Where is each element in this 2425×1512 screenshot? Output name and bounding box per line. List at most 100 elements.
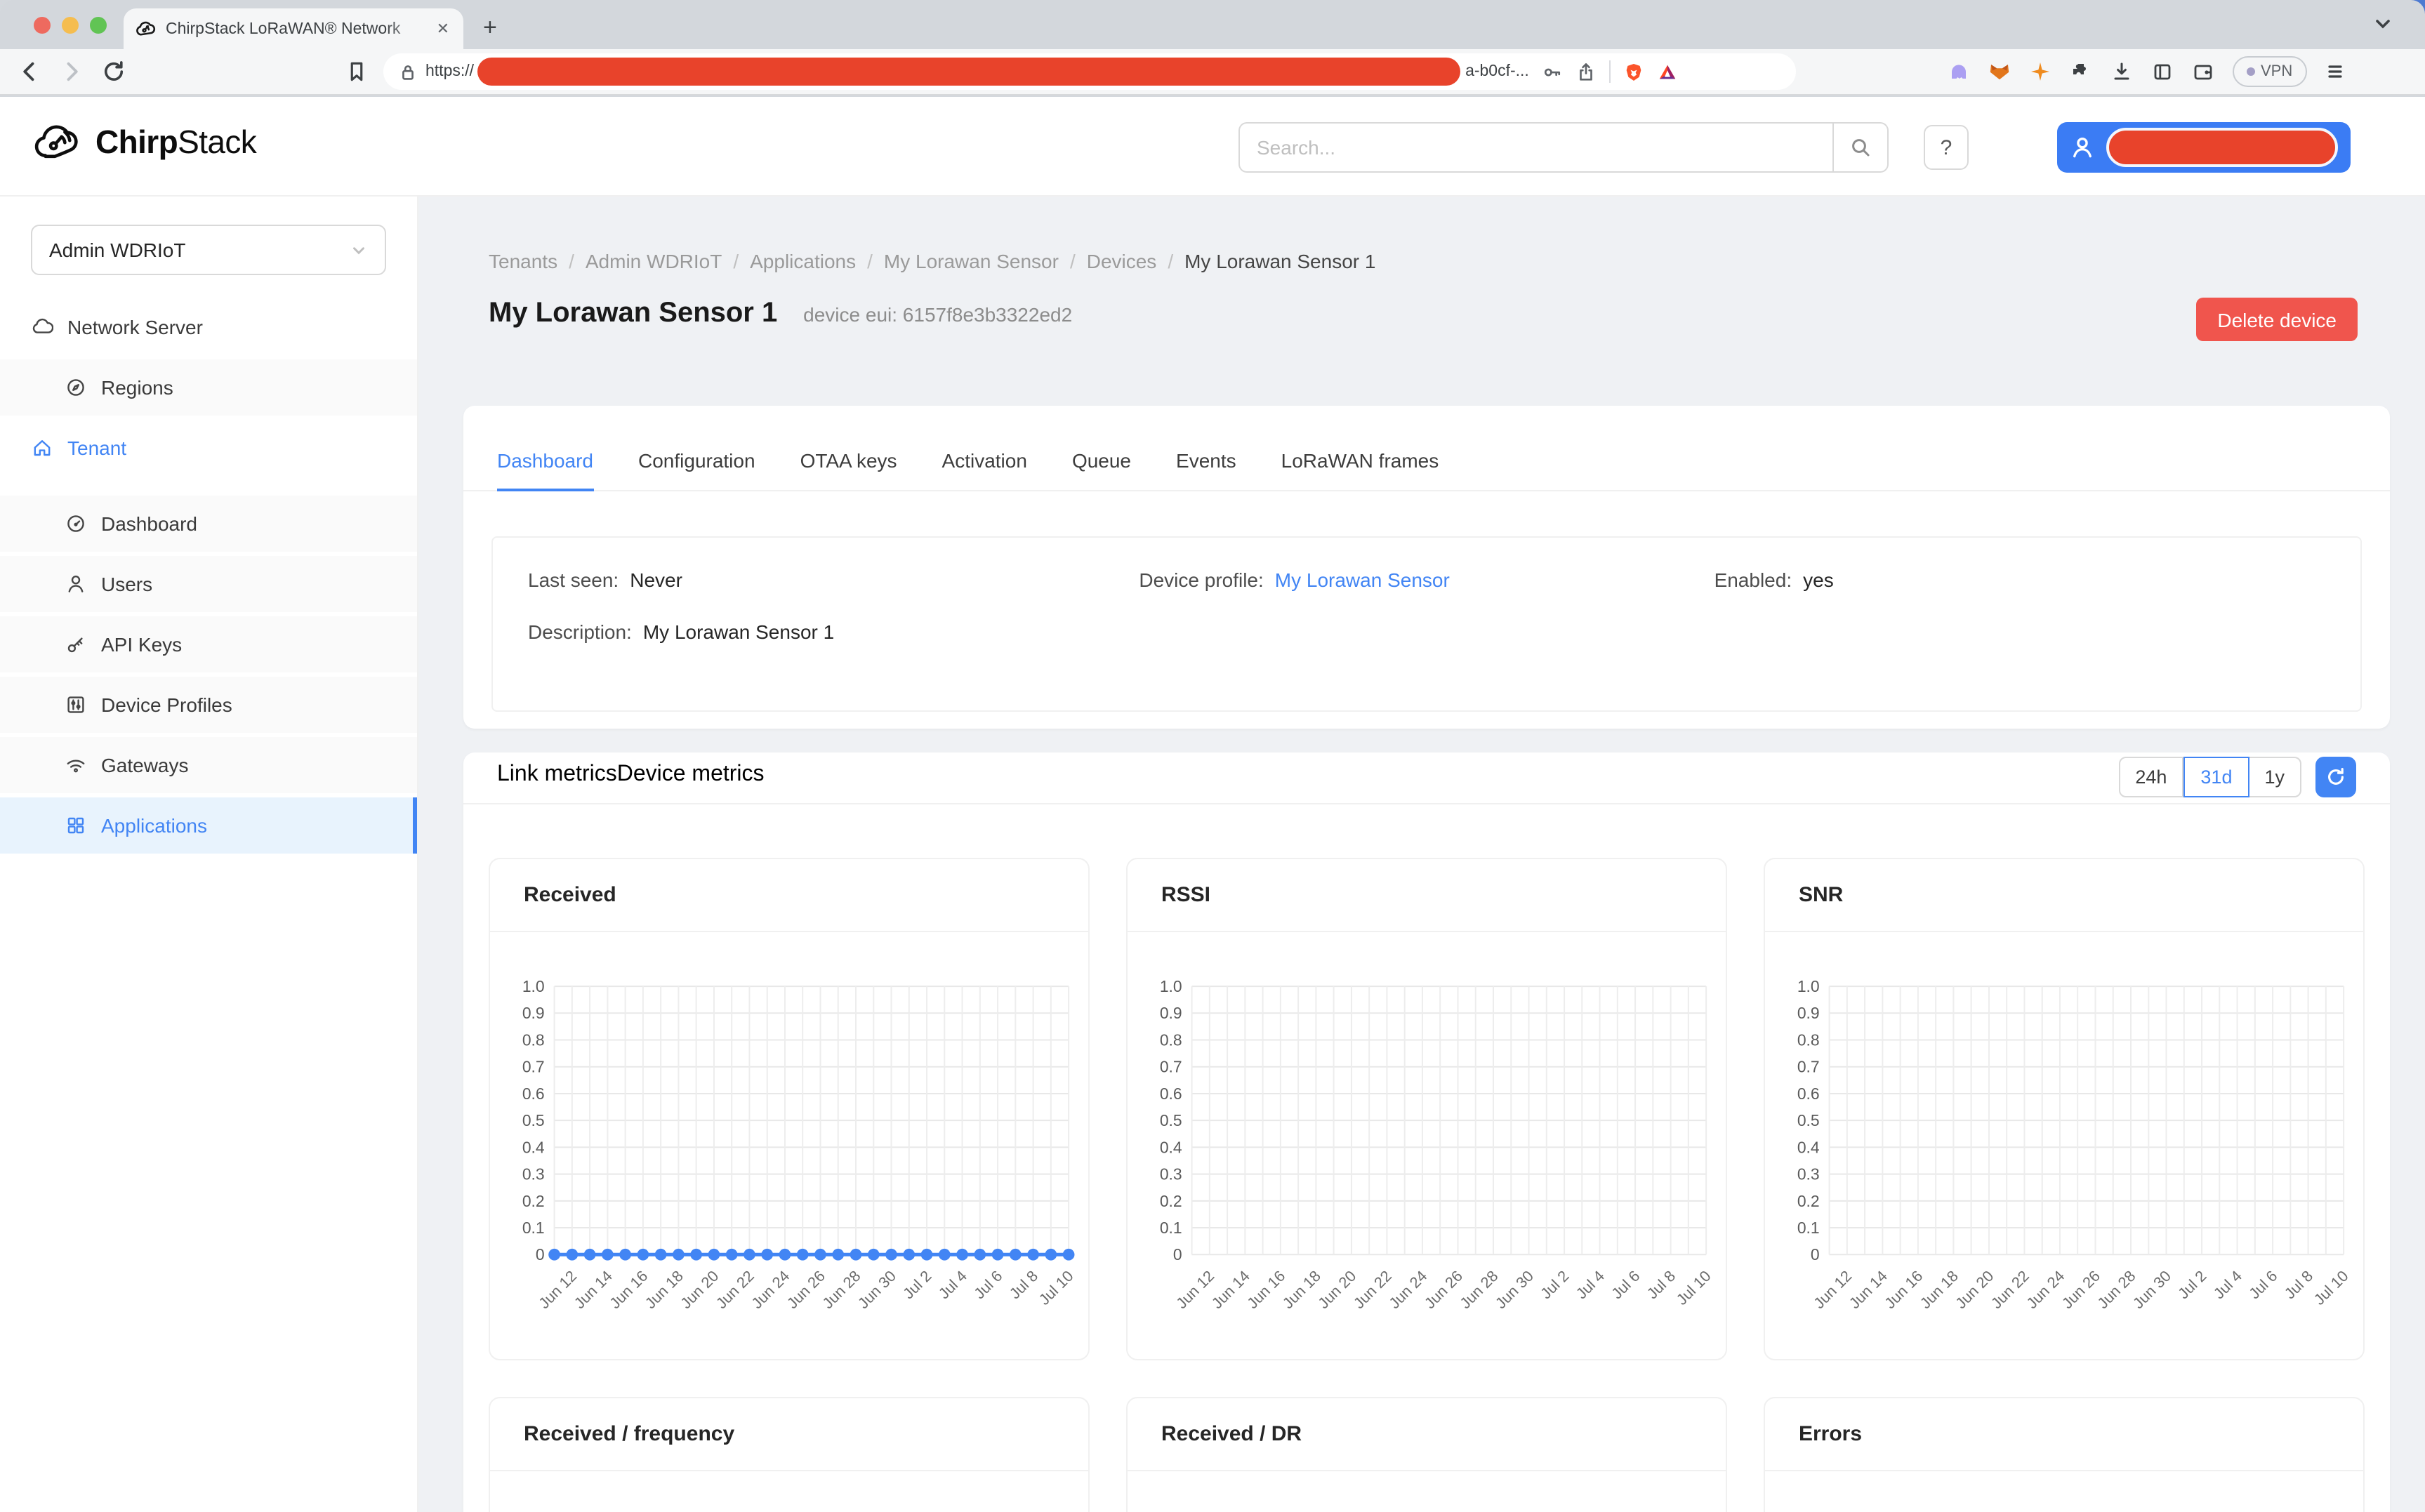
tab-dashboard[interactable]: Dashboard xyxy=(497,449,593,490)
help-button[interactable]: ? xyxy=(1924,125,1969,170)
breadcrumb: Tenants/Admin WDRIoT/Applications/My Lor… xyxy=(489,250,1375,272)
sidebar-item-applications[interactable]: Applications xyxy=(0,797,417,854)
svg-text:0: 0 xyxy=(536,1245,545,1264)
page-title: My Lorawan Sensor 1 xyxy=(489,298,777,330)
tab-events[interactable]: Events xyxy=(1176,449,1236,490)
spark-extension-icon[interactable] xyxy=(2029,60,2051,83)
svg-text:0.8: 0.8 xyxy=(1797,1030,1820,1049)
svg-text:0.8: 0.8 xyxy=(522,1030,545,1049)
window-close-button[interactable] xyxy=(34,16,51,33)
charts-grid: Received 1.00.90.80.70.60.50.40.30.20.10… xyxy=(463,804,2390,1512)
breadcrumb-separator: / xyxy=(1070,250,1076,272)
lock-icon xyxy=(397,61,418,82)
back-icon[interactable] xyxy=(17,59,42,84)
svg-text:Jul 6: Jul 6 xyxy=(1608,1267,1643,1302)
tab-lorawan-frames[interactable]: LoRaWAN frames xyxy=(1281,449,1439,490)
svg-text:Jun 16: Jun 16 xyxy=(1243,1267,1288,1312)
tenant-select[interactable]: Admin WDRIoT xyxy=(31,225,386,275)
svg-text:0.7: 0.7 xyxy=(522,1058,545,1076)
data-point xyxy=(779,1249,791,1261)
fox-extension-icon[interactable] xyxy=(1988,60,2011,83)
bat-triangle-icon[interactable] xyxy=(1657,61,1678,82)
svg-text:Jul 10: Jul 10 xyxy=(1673,1267,1714,1308)
title-row: My Lorawan Sensor 1 device eui: 6157f8e3… xyxy=(489,298,2391,348)
forward-icon[interactable] xyxy=(59,59,84,84)
breadcrumb-item-devices[interactable]: Devices xyxy=(1087,250,1157,272)
breadcrumb-separator: / xyxy=(1168,250,1173,272)
sidebar-item-api-keys[interactable]: API Keys xyxy=(0,616,417,672)
sidebar-item-tenant[interactable]: Tenant xyxy=(0,420,417,476)
sidebar-item-device-profiles[interactable]: Device Profiles xyxy=(0,677,417,733)
description-label: Description: xyxy=(528,621,632,643)
metrics-tab-link-metrics[interactable]: Link metrics xyxy=(497,762,617,803)
device-tabs: Dashboard Configuration OTAA keys Activatio… xyxy=(463,406,2390,491)
sidebar-item-network-server[interactable]: Network Server xyxy=(0,299,417,355)
svg-text:Jun 26: Jun 26 xyxy=(1421,1267,1466,1312)
chirpstack-logo[interactable]: ChirpStack xyxy=(31,121,256,163)
svg-text:Jun 26: Jun 26 xyxy=(2059,1267,2103,1312)
sidebar-toggle-icon[interactable] xyxy=(2151,60,2174,83)
range-option-31d[interactable]: 31d xyxy=(2183,757,2249,797)
user-menu-button[interactable] xyxy=(2057,122,2351,173)
breadcrumb-item-applications[interactable]: Applications xyxy=(750,250,856,272)
wallet-icon[interactable] xyxy=(2192,60,2214,83)
metrics-tab-device-metrics[interactable]: Device metrics xyxy=(617,762,765,803)
data-point xyxy=(1027,1249,1039,1261)
download-icon[interactable] xyxy=(2110,60,2133,83)
reload-icon[interactable] xyxy=(101,59,126,84)
svg-text:Jul 10: Jul 10 xyxy=(1036,1267,1077,1308)
tab-search-chevron-icon[interactable] xyxy=(2372,13,2394,35)
new-tab-button[interactable]: + xyxy=(483,11,497,45)
share-icon[interactable] xyxy=(1575,61,1597,82)
puzzle-extension-icon[interactable] xyxy=(2070,60,2092,83)
address-bar[interactable]: https:// a-b0cf-... xyxy=(383,53,1796,90)
brave-shield-icon[interactable] xyxy=(1623,61,1644,82)
range-option-24h[interactable]: 24h xyxy=(2118,757,2183,797)
sidebar-item-regions[interactable]: Regions xyxy=(0,359,417,416)
data-point xyxy=(814,1249,826,1261)
svg-text:1.0: 1.0 xyxy=(522,977,545,995)
search-input[interactable] xyxy=(1238,122,1832,173)
ghost-extension-icon[interactable] xyxy=(1948,60,1970,83)
home-icon xyxy=(31,437,53,459)
svg-text:0.3: 0.3 xyxy=(1797,1165,1820,1183)
vpn-badge[interactable]: VPN xyxy=(2233,56,2306,87)
breadcrumb-item-tenants[interactable]: Tenants xyxy=(489,250,557,272)
tab-close-button[interactable]: ✕ xyxy=(434,20,452,38)
refresh-button[interactable] xyxy=(2315,757,2356,797)
sidebar-item-gateways[interactable]: Gateways xyxy=(0,737,417,793)
bookmark-icon[interactable] xyxy=(344,59,369,84)
breadcrumb-item-admin-wdriot[interactable]: Admin WDRIoT xyxy=(586,250,722,272)
device-profile-link[interactable]: My Lorawan Sensor xyxy=(1275,569,1450,591)
sidebar-item-label: Dashboard xyxy=(101,512,197,535)
data-point xyxy=(602,1249,614,1261)
chart-body: 1.00.90.80.70.60.50.40.30.20.10Jun 12Jun… xyxy=(1128,1471,1726,1512)
search-button[interactable] xyxy=(1832,122,1889,173)
svg-text:Jun 12: Jun 12 xyxy=(1810,1267,1855,1312)
chart-plot-errors: 1.00.90.80.70.60.50.40.30.20.10Jun 12Jun… xyxy=(1765,1471,2360,1512)
tab-otaa-keys[interactable]: OTAA keys xyxy=(800,449,897,490)
chart-card-received-frequency: Received / frequency 1.00.90.80.70.60.50… xyxy=(489,1397,1090,1512)
svg-text:0.9: 0.9 xyxy=(1160,1004,1182,1022)
key-icon[interactable] xyxy=(1542,61,1563,82)
tab-configuration[interactable]: Configuration xyxy=(638,449,755,490)
tab-activation[interactable]: Activation xyxy=(942,449,1027,490)
sidebar-item-dashboard[interactable]: Dashboard xyxy=(0,496,417,552)
sidebar: Admin WDRIoT Network ServerRegionsTenant… xyxy=(0,197,418,1512)
browser-menu-icon[interactable] xyxy=(2323,60,2346,83)
data-point xyxy=(655,1249,667,1261)
chart-plot-rssi: 1.00.90.80.70.60.50.40.30.20.10Jun 12Jun… xyxy=(1128,932,1723,1359)
delete-device-button[interactable]: Delete device xyxy=(2196,298,2358,341)
enabled-label: Enabled: xyxy=(1714,569,1792,591)
browser-toolbar: https:// a-b0cf-... VPN xyxy=(0,49,2425,95)
breadcrumb-item-my-lorawan-sensor[interactable]: My Lorawan Sensor xyxy=(884,250,1059,272)
range-option-1y[interactable]: 1y xyxy=(2249,757,2301,797)
sidebar-item-users[interactable]: Users xyxy=(0,556,417,612)
breadcrumb-item-my-lorawan-sensor-1: My Lorawan Sensor 1 xyxy=(1184,250,1375,272)
browser-tab[interactable]: ChirpStack LoRaWAN® Network ✕ xyxy=(124,8,463,49)
username-redaction xyxy=(2106,128,2338,167)
window-zoom-button[interactable] xyxy=(90,16,107,33)
tab-queue[interactable]: Queue xyxy=(1072,449,1131,490)
window-minimize-button[interactable] xyxy=(62,16,79,33)
svg-text:0.2: 0.2 xyxy=(522,1192,545,1210)
